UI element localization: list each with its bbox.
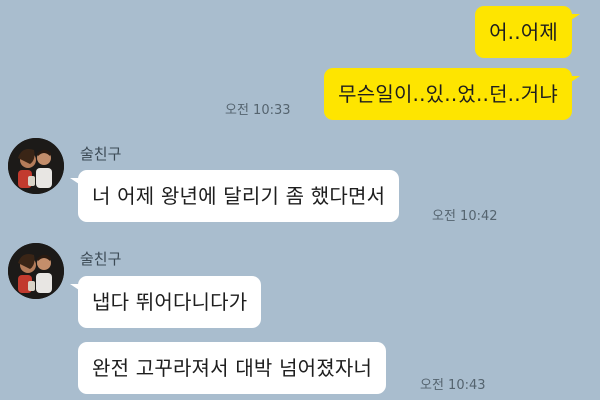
sender-name: 술친구 <box>80 145 122 163</box>
message-timestamp: 오전 10:43 <box>420 378 486 393</box>
bubble-tail <box>568 76 580 84</box>
friend-photo-icon <box>8 138 64 194</box>
bubble-tail <box>70 178 82 186</box>
friend-message-bubble[interactable]: 완전 고꾸라져서 대박 넘어졌자너 <box>78 342 387 394</box>
bubble-tail <box>70 284 82 292</box>
sender-name: 술친구 <box>80 250 122 268</box>
message-timestamp: 오전 10:42 <box>432 209 498 224</box>
message-timestamp: 오전 10:33 <box>225 103 291 118</box>
friend-message-bubble[interactable]: 냅다 뛰어다니다가 <box>78 276 262 328</box>
bubble-tail <box>568 14 580 22</box>
friend-photo-icon <box>8 243 64 299</box>
my-message-bubble[interactable]: 어..어제 <box>475 6 572 58</box>
friend-avatar[interactable] <box>8 138 64 194</box>
my-message-bubble[interactable]: 무슨일이..있..었..던..거냐 <box>324 68 572 120</box>
friend-message-bubble[interactable]: 너 어제 왕년에 달리기 좀 했다면서 <box>78 170 400 222</box>
friend-avatar[interactable] <box>8 243 64 299</box>
